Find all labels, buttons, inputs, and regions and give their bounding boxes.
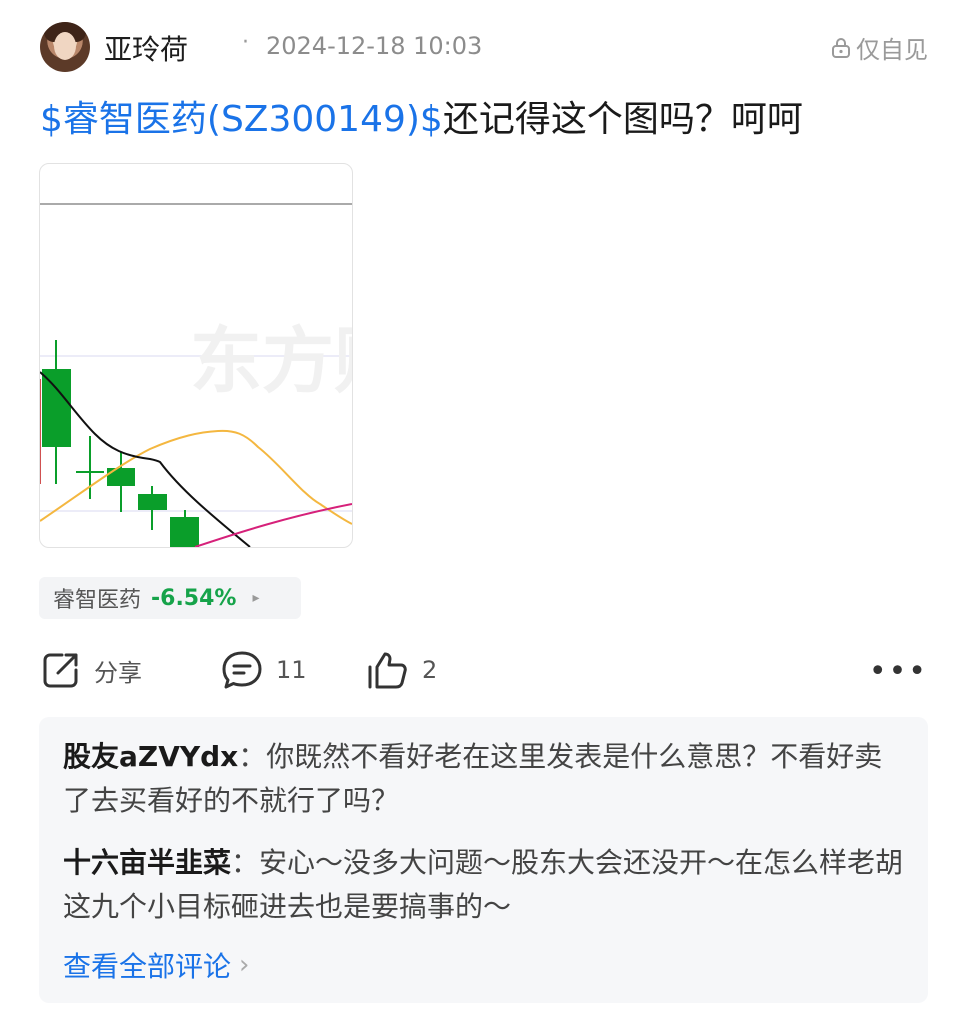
post-body: 还记得这个图吗？呵呵: [442, 99, 803, 140]
comment-item[interactable]: 股友aZVYdx：你既然不看好老在这里发表是什么意思？不看好卖了去买看好的不就行…: [63, 735, 908, 823]
ma-orange-line: [40, 429, 352, 525]
comment-author[interactable]: 十六亩半韭菜: [63, 846, 231, 879]
lock-icon: [832, 37, 850, 58]
chart-watermark: 东方财: [190, 319, 352, 403]
share-label: 分享: [94, 658, 142, 687]
comment-item[interactable]: 十六亩半韭菜：安心～没多大问题～股东大会还没开～在怎么样老胡这九个小目标砸进去也…: [63, 841, 908, 929]
author-name[interactable]: 亚玲荷: [104, 28, 188, 68]
thumbs-up-icon: [368, 652, 407, 689]
stock-link[interactable]: $睿智医药(SZ300149)$: [40, 99, 443, 140]
comment-colon: ：: [231, 846, 260, 879]
view-all-label: 查看全部评论: [63, 950, 232, 983]
quote-change-percent: -6.54%: [151, 585, 237, 611]
share-button[interactable]: 分享: [40, 646, 142, 694]
candle-3: [107, 468, 135, 486]
comment-colon: ：: [238, 740, 267, 773]
action-bar: 分享 11 2 •••: [40, 646, 928, 694]
view-all-comments-link[interactable]: 查看全部评论 ›: [63, 945, 249, 985]
comment-button[interactable]: 11: [220, 646, 307, 694]
chevron-right-icon: ▸: [252, 590, 260, 606]
stock-quote-tag[interactable]: 睿智医药 -6.54% ▸: [39, 577, 301, 619]
candle-4: [138, 494, 167, 510]
comment-count: 11: [276, 656, 307, 684]
visibility-indicator: 仅自见: [830, 30, 928, 65]
more-options-icon[interactable]: •••: [869, 654, 928, 689]
candle-5: [170, 517, 199, 547]
comment-icon: [222, 651, 262, 689]
comment-preview-panel: 股友aZVYdx：你既然不看好老在这里发表是什么意思？不看好卖了去买看好的不就行…: [39, 717, 928, 1003]
quote-stock-name: 睿智医药: [53, 588, 142, 613]
share-icon: [43, 653, 78, 688]
post-image-chart[interactable]: 东方财: [39, 163, 353, 548]
visibility-label: 仅自见: [856, 36, 928, 64]
chevron-right-icon: ›: [239, 950, 250, 980]
comment-author[interactable]: 股友aZVYdx: [63, 740, 238, 773]
post-text: $睿智医药(SZ300149)$还记得这个图吗？呵呵: [40, 96, 928, 144]
post-header: 亚玲荷 · 2024-12-18 10:03 仅自见: [40, 20, 928, 74]
candle-1: [42, 369, 71, 447]
header-separator: ·: [242, 30, 249, 55]
like-count: 2: [422, 656, 438, 684]
author-avatar[interactable]: [40, 22, 90, 72]
post-timestamp: 2024-12-18 10:03: [266, 32, 483, 60]
like-button[interactable]: 2: [366, 646, 437, 694]
candlestick-chart-image: 东方财: [40, 203, 352, 547]
